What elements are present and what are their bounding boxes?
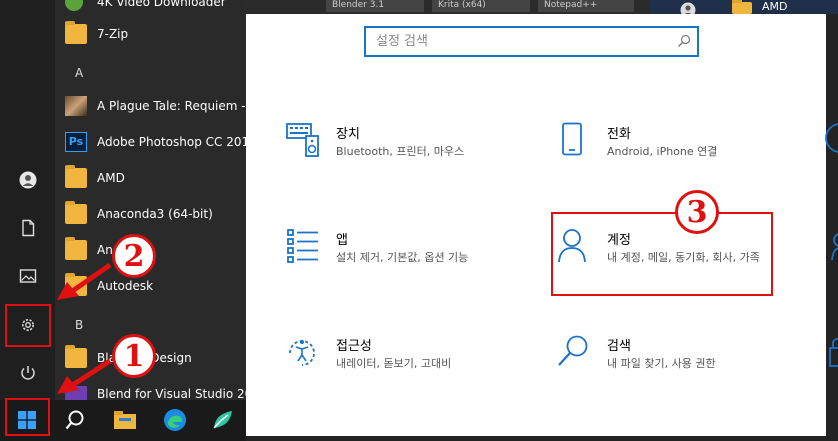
annotation-badge-1: 1 <box>112 334 156 378</box>
accessibility-icon <box>289 340 315 366</box>
section-letter-b[interactable]: B <box>75 318 83 332</box>
tile-subtitle: Android, iPhone 연결 <box>607 145 718 158</box>
settings-tile-devices[interactable]: 장치 Bluetooth, 프린터, 마우스 <box>286 122 526 182</box>
annotation-badge-2: 2 <box>112 234 156 278</box>
photoshop-icon: Ps <box>65 132 87 152</box>
settings-tile-apps[interactable]: 앱 설치 제거, 기본값, 옵션 기능 <box>286 228 526 288</box>
settings-tile-accessibility[interactable]: 접근성 내레이터, 돋보기, 고대비 <box>286 334 526 394</box>
apps-list-icon <box>287 229 318 263</box>
search-icon <box>678 34 691 47</box>
annotation-box-start <box>5 398 50 436</box>
desktop-folder-icon[interactable] <box>732 0 752 14</box>
keyboard-speaker-icon <box>286 123 319 157</box>
leaf-app-icon <box>213 411 232 429</box>
network-icon <box>825 123 838 153</box>
phone-icon <box>562 122 582 156</box>
tile-title: 전화 <box>607 127 631 142</box>
list-item-label: A Plague Tale: Requiem - V <box>97 99 246 113</box>
desktop-folder-label: AMD <box>762 0 788 13</box>
folder-icon <box>65 237 87 260</box>
folder-icon <box>65 21 87 44</box>
account-button[interactable] <box>6 160 50 200</box>
tile-subtitle: Bluetooth, 프린터, 마우스 <box>336 145 465 158</box>
start-rail <box>0 0 55 441</box>
window-tab-blender[interactable]: Blender 3.1 <box>326 0 424 12</box>
annotation-badge-3: 3 <box>675 190 719 234</box>
desktop-corner: AMD <box>650 0 838 18</box>
lock-icon <box>829 338 838 367</box>
list-item[interactable]: A Plague Tale: Requiem - V <box>65 92 246 120</box>
magnifier-icon <box>558 335 588 366</box>
screen: Blender 3.1 Krita (x64) Notepad++ AMD 4K… <box>0 0 838 441</box>
taskbar-file-explorer[interactable] <box>108 404 142 436</box>
settings-tile-search[interactable]: 검색 내 파일 찾기, 사용 권한 <box>557 334 797 394</box>
tile-title: 장치 <box>336 127 360 142</box>
user-icon <box>19 171 37 189</box>
annotation-box-settings <box>5 304 51 347</box>
game-thumbnail <box>65 96 87 116</box>
file-explorer-icon <box>114 411 136 429</box>
image-icon <box>19 269 37 283</box>
annotation-arrow-2 <box>57 262 112 300</box>
list-item-label: Anaconda3 (64-bit) <box>97 207 213 221</box>
settings-search-box[interactable] <box>364 26 699 57</box>
app-icon <box>65 0 83 11</box>
search-icon <box>65 410 84 430</box>
speech-icon <box>831 233 838 261</box>
documents-button[interactable] <box>6 208 50 248</box>
pictures-button[interactable] <box>6 256 50 296</box>
tile-subtitle: 설치 제거, 기본값, 옵션 기능 <box>336 251 469 264</box>
power-icon <box>21 366 35 380</box>
list-item[interactable]: 7-Zip <box>65 20 128 48</box>
start-app-list: 4K Video Downloader 7-Zip A A Plague Tal… <box>55 0 246 400</box>
tile-title: 접근성 <box>336 339 372 354</box>
taskbar-app[interactable] <box>206 404 240 436</box>
list-item[interactable]: Anaconda3 (64-bit) <box>65 200 213 228</box>
list-item-label: 4K Video Downloader <box>97 0 226 9</box>
list-item[interactable]: Ps Adobe Photoshop CC 2019 <box>65 128 246 156</box>
list-item-label: 7-Zip <box>97 27 129 41</box>
edge-browser-icon <box>164 409 186 431</box>
taskbar-search-button[interactable] <box>58 404 92 436</box>
list-item-label: AMD <box>97 171 125 185</box>
power-button[interactable] <box>6 353 50 393</box>
tile-subtitle: 내 파일 찾기, 사용 권한 <box>607 357 716 370</box>
annotation-arrow-1 <box>57 358 112 394</box>
list-item[interactable]: AMD <box>65 164 125 192</box>
settings-tile-phone[interactable]: 전화 Android, iPhone 연결 <box>557 122 797 182</box>
folder-icon <box>65 201 87 224</box>
list-item-label: Blend for Visual Studio 201 <box>97 387 246 400</box>
window-tab-krita[interactable]: Krita (x64) <box>432 0 530 12</box>
annotation-box-accounts <box>551 212 773 296</box>
document-icon <box>22 219 35 237</box>
tile-title: 검색 <box>607 339 631 354</box>
window-tab-notepad[interactable]: Notepad++ <box>538 0 634 12</box>
tile-title: 앱 <box>336 233 348 248</box>
settings-search-input[interactable] <box>366 28 666 55</box>
list-item[interactable]: 4K Video Downloader <box>65 0 226 16</box>
tile-subtitle: 내레이터, 돋보기, 고대비 <box>336 357 452 370</box>
section-letter-a[interactable]: A <box>75 66 83 80</box>
taskbar-edge[interactable] <box>158 404 192 436</box>
list-item-label: Adobe Photoshop CC 2019 <box>97 135 246 149</box>
folder-icon <box>65 165 87 188</box>
